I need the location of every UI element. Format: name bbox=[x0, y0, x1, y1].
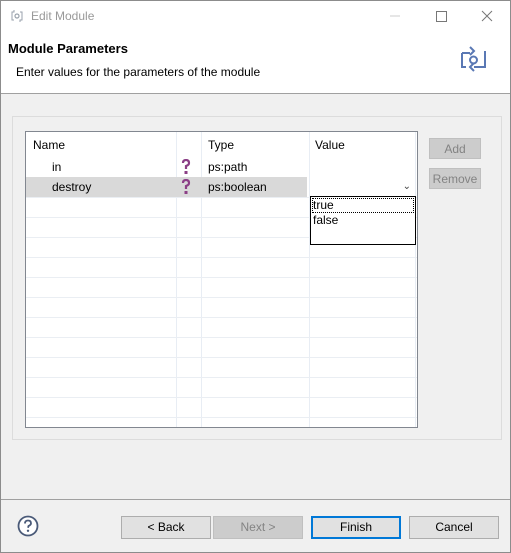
row-divider bbox=[26, 317, 417, 318]
module-banner-icon bbox=[440, 38, 510, 84]
row-divider bbox=[26, 297, 417, 298]
wizard-header: Module Parameters Enter values for the p… bbox=[1, 31, 510, 94]
page-title: Module Parameters bbox=[8, 41, 128, 56]
column-header-name[interactable]: Name bbox=[33, 138, 65, 152]
maximize-button[interactable] bbox=[418, 1, 464, 31]
parameters-table[interactable]: Name Type Value in ps:path destroy ps:bo… bbox=[25, 131, 418, 428]
question-icon bbox=[181, 179, 191, 194]
finish-button[interactable]: Finish bbox=[311, 516, 401, 539]
maximize-icon bbox=[436, 11, 447, 22]
param-name: in bbox=[52, 160, 62, 174]
close-button[interactable] bbox=[464, 1, 510, 31]
column-header-type[interactable]: Type bbox=[208, 138, 234, 152]
dropdown-option-true[interactable]: true bbox=[312, 198, 414, 213]
row-divider bbox=[26, 277, 417, 278]
table-row-selected[interactable]: destroy ps:boolean bbox=[26, 177, 307, 197]
value-dropdown-list[interactable]: true false bbox=[310, 196, 416, 245]
row-divider bbox=[26, 417, 417, 418]
table-row[interactable]: in ps:path bbox=[26, 157, 417, 177]
cancel-button[interactable]: Cancel bbox=[409, 516, 499, 539]
dropdown-option-false[interactable]: false bbox=[312, 213, 414, 228]
window-title: Edit Module bbox=[31, 9, 95, 23]
column-header-value[interactable]: Value bbox=[315, 138, 345, 152]
row-divider bbox=[26, 377, 417, 378]
help-icon[interactable] bbox=[17, 515, 39, 537]
param-type: ps:path bbox=[208, 160, 248, 174]
param-name: destroy bbox=[52, 180, 92, 194]
next-button[interactable]: Next > bbox=[213, 516, 303, 539]
param-type: ps:boolean bbox=[208, 180, 267, 194]
row-divider bbox=[26, 357, 417, 358]
back-button[interactable]: < Back bbox=[121, 516, 211, 539]
add-button[interactable]: Add bbox=[429, 138, 481, 159]
row-divider bbox=[26, 257, 417, 258]
minimize-icon bbox=[390, 15, 400, 17]
value-combo[interactable]: ⌄ bbox=[310, 177, 417, 197]
footer-divider bbox=[1, 499, 510, 500]
row-divider bbox=[26, 397, 417, 398]
module-icon bbox=[11, 10, 23, 22]
title-bar: Edit Module bbox=[1, 1, 510, 31]
chevron-down-icon[interactable]: ⌄ bbox=[403, 181, 411, 192]
close-icon bbox=[481, 10, 493, 22]
remove-button[interactable]: Remove bbox=[429, 168, 481, 189]
edit-module-dialog: Edit Module Module Parameters Enter valu… bbox=[0, 0, 511, 553]
row-divider bbox=[26, 337, 417, 338]
page-description: Enter values for the parameters of the m… bbox=[16, 65, 261, 79]
minimize-button[interactable] bbox=[372, 1, 418, 31]
question-icon bbox=[181, 159, 191, 174]
